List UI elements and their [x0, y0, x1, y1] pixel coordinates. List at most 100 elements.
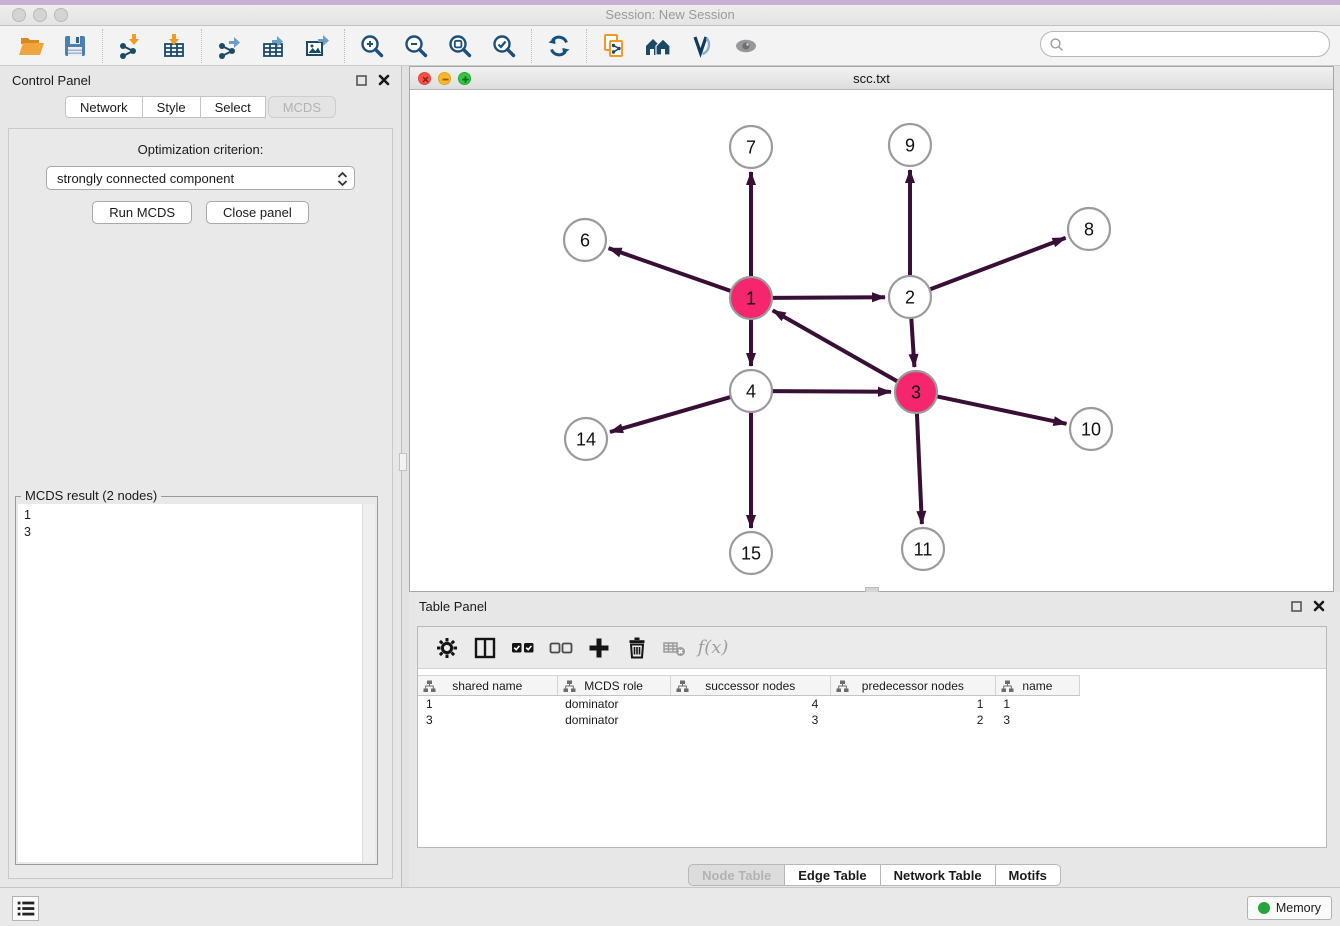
memory-button[interactable]: Memory: [1247, 896, 1332, 920]
tab-motifs[interactable]: Motifs: [996, 864, 1061, 886]
home-button[interactable]: [645, 33, 671, 59]
column-layout-button[interactable]: [472, 635, 498, 661]
table-cell[interactable]: dominator: [557, 696, 670, 712]
refresh-button[interactable]: [546, 33, 572, 59]
column-layout-icon[interactable]: [472, 635, 498, 661]
network-window-titlebar[interactable]: scc.txt: [410, 67, 1333, 90]
add-icon[interactable]: [586, 635, 612, 661]
node-4[interactable]: 4: [730, 370, 772, 412]
table-cell[interactable]: 3: [670, 712, 830, 728]
zoom-out-button[interactable]: [403, 33, 429, 59]
column-header-predecessor-nodes[interactable]: predecessor nodes: [830, 676, 995, 696]
export-image-button[interactable]: [304, 33, 330, 59]
tab-node-table[interactable]: Node Table: [688, 864, 785, 886]
column-header-shared-name[interactable]: shared name: [418, 676, 557, 696]
task-history-button[interactable]: [12, 896, 39, 921]
criterion-select[interactable]: strongly connected component: [46, 166, 355, 190]
search-input[interactable]: [1064, 34, 1329, 54]
table-cell[interactable]: 3: [995, 712, 1079, 728]
edge-4-3[interactable]: [772, 391, 891, 392]
table-cell[interactable]: 2: [830, 712, 995, 728]
tab-edge-table[interactable]: Edge Table: [785, 864, 880, 886]
delete-button[interactable]: [624, 635, 650, 661]
node-2[interactable]: 2: [889, 276, 931, 318]
table-row[interactable]: 1dominator411: [418, 696, 1080, 712]
network-canvas[interactable]: 7 9 6 8 1 2 4 3 14 10 15 11: [410, 90, 1333, 591]
clone-network-button[interactable]: [601, 33, 627, 59]
close-panel-button[interactable]: Close panel: [206, 201, 309, 224]
zoom-fit-icon[interactable]: [447, 33, 473, 59]
node-10[interactable]: 10: [1070, 408, 1112, 450]
float-panel-icon[interactable]: [1290, 600, 1303, 613]
deselect-all-button[interactable]: [548, 635, 574, 661]
node-9[interactable]: 9: [889, 124, 931, 166]
export-table-icon[interactable]: [260, 33, 286, 59]
import-network-icon[interactable]: [117, 33, 143, 59]
tab-network-table[interactable]: Network Table: [881, 864, 996, 886]
import-table-icon[interactable]: [161, 33, 187, 59]
table-cell[interactable]: 1: [995, 696, 1079, 712]
column-header-successor-nodes[interactable]: successor nodes: [670, 676, 830, 696]
mcds-result-text[interactable]: 13: [18, 504, 375, 862]
table-cell[interactable]: 4: [670, 696, 830, 712]
edge-3-1[interactable]: [773, 310, 898, 381]
tab-mcds[interactable]: MCDS: [268, 96, 336, 118]
edge-2-3[interactable]: [911, 318, 914, 367]
deselect-all-icon[interactable]: [548, 635, 574, 661]
node-3[interactable]: 3: [895, 371, 937, 413]
edge-4-14[interactable]: [610, 397, 731, 432]
node-15[interactable]: 15: [730, 532, 772, 574]
function-icon[interactable]: f(x): [698, 637, 729, 658]
export-image-icon[interactable]: [304, 33, 330, 59]
delete-table-button[interactable]: [662, 635, 688, 661]
eye-button[interactable]: [733, 33, 759, 59]
edge-1-6[interactable]: [609, 248, 732, 291]
export-network-button[interactable]: [216, 33, 242, 59]
mcds-result-scrollbar[interactable]: [362, 504, 375, 862]
save-icon[interactable]: [62, 33, 88, 59]
delete-table-icon[interactable]: [662, 635, 688, 661]
node-7[interactable]: 7: [730, 126, 772, 168]
open-folder-icon[interactable]: [18, 33, 44, 59]
delete-icon[interactable]: [624, 635, 650, 661]
table-cell[interactable]: 1: [830, 696, 995, 712]
refresh-icon[interactable]: [546, 33, 572, 59]
export-table-button[interactable]: [260, 33, 286, 59]
function-button[interactable]: f(x): [700, 635, 726, 661]
import-network-button[interactable]: [117, 33, 143, 59]
import-table-button[interactable]: [161, 33, 187, 59]
edge-3-10[interactable]: [937, 396, 1067, 424]
edge-1-2[interactable]: [772, 297, 885, 298]
zoom-in-button[interactable]: [359, 33, 385, 59]
table-cell[interactable]: 1: [418, 696, 557, 712]
zoom-out-icon[interactable]: [403, 33, 429, 59]
toggle-graphics-details-icon[interactable]: [689, 33, 715, 59]
run-mcds-button[interactable]: Run MCDS: [92, 201, 192, 224]
zoom-selected-icon[interactable]: [491, 33, 517, 59]
node-14[interactable]: 14: [565, 418, 607, 460]
column-header-name[interactable]: name: [995, 676, 1079, 696]
float-panel-icon[interactable]: [355, 74, 368, 87]
save-button[interactable]: [62, 33, 88, 59]
edge-3-11[interactable]: [917, 413, 922, 524]
toggle-graphics-details-button[interactable]: [689, 33, 715, 59]
eye-icon[interactable]: [733, 33, 759, 59]
select-all-icon[interactable]: [510, 635, 536, 661]
home-icon[interactable]: [645, 33, 671, 59]
open-folder-button[interactable]: [18, 33, 44, 59]
close-panel-icon[interactable]: [1312, 599, 1326, 613]
zoom-in-icon[interactable]: [359, 33, 385, 59]
tab-select[interactable]: Select: [201, 96, 266, 118]
node-1[interactable]: 1: [730, 277, 772, 319]
node-6[interactable]: 6: [564, 219, 606, 261]
zoom-fit-button[interactable]: [447, 33, 473, 59]
gear-button[interactable]: [434, 635, 460, 661]
select-all-button[interactable]: [510, 635, 536, 661]
export-network-icon[interactable]: [216, 33, 242, 59]
tab-network[interactable]: Network: [65, 96, 143, 118]
node-8[interactable]: 8: [1068, 208, 1110, 250]
node-11[interactable]: 11: [902, 528, 944, 570]
table-cell[interactable]: dominator: [557, 712, 670, 728]
search-box[interactable]: [1040, 31, 1330, 57]
zoom-selected-button[interactable]: [491, 33, 517, 59]
